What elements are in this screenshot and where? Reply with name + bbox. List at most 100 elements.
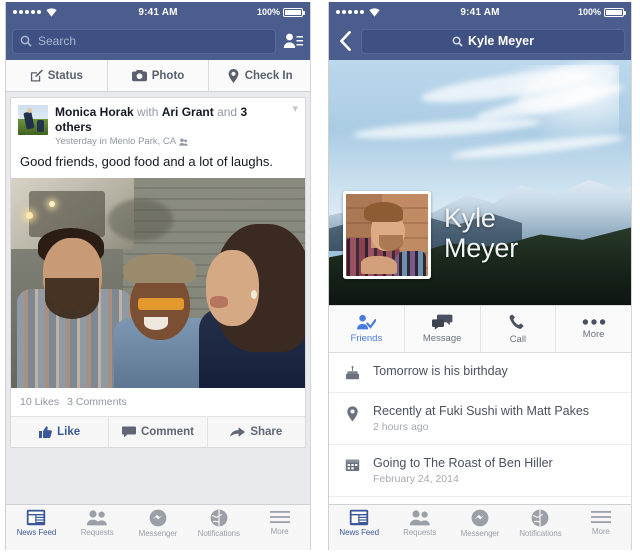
status-bar-left: 9:41 AM 100% [6, 2, 310, 22]
likes-comments-row[interactable]: 10 Likes 3 Comments [11, 388, 305, 417]
person-right [199, 224, 305, 388]
cover-photo[interactable]: Kyle Meyer [329, 60, 631, 305]
phone-icon [509, 314, 526, 331]
search-input[interactable]: Search [12, 28, 276, 54]
status-clock: 9:41 AM [138, 6, 178, 18]
profile-info-list: Tomorrow is his birthday Recently at Fuk… [329, 353, 631, 504]
post-message: Good friends, good food and a lot of lau… [20, 154, 273, 169]
tab-label: Messenger [460, 529, 500, 538]
tab-bar-left: News Feed Requests Messenger Notificatio… [6, 504, 310, 550]
navbar-right: Kyle Meyer [329, 22, 631, 60]
call-label: Call [509, 333, 527, 345]
message-button[interactable]: Message [405, 306, 481, 352]
friends-privacy-icon [179, 138, 188, 146]
tab-requests[interactable]: Requests [389, 509, 449, 537]
photo-button[interactable]: Photo [108, 60, 210, 91]
info-main-text: Tomorrow is his birthday [373, 364, 508, 378]
comment-label: Comment [140, 426, 194, 438]
profile-search-value: Kyle Meyer [467, 34, 534, 48]
tab-more[interactable]: More [249, 509, 310, 536]
like-button[interactable]: Like [11, 417, 110, 447]
info-row-birthday[interactable]: Tomorrow is his birthday [329, 353, 631, 393]
tab-label: Notifications [519, 529, 562, 538]
friend-check-icon [356, 314, 377, 330]
tab-news-feed[interactable]: News Feed [6, 509, 67, 537]
tab-label: Requests [80, 528, 114, 537]
tab-notifications[interactable]: Notifications [510, 509, 570, 538]
post-author-avatar[interactable] [18, 105, 48, 135]
info-main-text: Recently at Fuki Sushi with Matt Pakes [373, 404, 590, 418]
ellipsis-icon [582, 318, 606, 326]
tab-messenger[interactable]: Messenger [450, 509, 510, 538]
tab-label: More [591, 527, 610, 536]
news-feed-list[interactable]: Monica Horak with Ari Grant and 3 others… [6, 92, 310, 504]
post-timestamp-row: Yesterday in Menlo Park, CA [55, 136, 283, 147]
post-tagged-primary[interactable]: Ari Grant [162, 105, 214, 119]
profile-search-input[interactable]: Kyle Meyer [361, 28, 625, 54]
message-label: Message [422, 333, 462, 344]
feed-post-card: Monica Horak with Ari Grant and 3 others… [10, 97, 306, 448]
battery-full-icon [283, 7, 305, 17]
with-word: with [137, 105, 159, 119]
post-meta: Monica Horak with Ari Grant and 3 others… [55, 105, 297, 147]
tab-more[interactable]: More [571, 509, 631, 536]
info-row-checkin[interactable]: Recently at Fuki Sushi with Matt Pakes 2… [329, 393, 631, 445]
thumbs-up-icon [39, 426, 53, 438]
post-attribution: Monica Horak with Ari Grant and 3 others [55, 105, 283, 134]
share-arrow-icon [230, 426, 246, 438]
friend-requests-icon[interactable] [282, 30, 304, 52]
share-label: Share [250, 426, 283, 438]
more-button[interactable]: More [556, 306, 631, 352]
chevron-left-icon[interactable] [335, 31, 355, 51]
profile-name-line1: Kyle [444, 203, 496, 233]
screen-left: 9:41 AM 100% Search Status Photo Check I… [5, 2, 311, 550]
status-bar-right: 9:41 AM 100% [329, 2, 631, 22]
tab-messenger[interactable]: Messenger [128, 509, 189, 538]
post-photo[interactable] [11, 178, 305, 388]
info-row-event[interactable]: Going to The Roast of Ben Hiller Februar… [329, 445, 631, 497]
status-clock: 9:41 AM [460, 6, 500, 18]
post-author-name[interactable]: Monica Horak [55, 105, 134, 119]
composer-row: Status Photo Check In [6, 60, 310, 92]
message-bubbles-icon [431, 314, 453, 330]
search-placeholder-text: Search [38, 34, 77, 48]
tab-label: More [270, 527, 289, 536]
status-button[interactable]: Status [6, 60, 108, 91]
screen-right: 9:41 AM 100% Kyle Meyer Kyle Meyer Frien… [328, 2, 632, 550]
post-action-row: Like Comment Share [11, 417, 305, 447]
like-count[interactable]: 10 Likes [20, 396, 59, 408]
chevron-down-icon[interactable]: ▾ [292, 104, 298, 115]
tab-label: Notifications [197, 529, 240, 538]
share-button[interactable]: Share [208, 417, 305, 447]
phone-right-profile: 9:41 AM 100% Kyle Meyer Kyle Meyer Frien… [320, 0, 640, 552]
navbar-left: Search [6, 22, 310, 60]
like-label: Like [57, 426, 81, 438]
tab-bar-right: News Feed Requests Messenger Notificatio… [329, 504, 631, 550]
friends-label: Friends [350, 333, 383, 344]
location-pin-icon [227, 68, 240, 83]
pencil-square-icon [30, 69, 43, 82]
comment-button[interactable]: Comment [109, 417, 208, 447]
tab-requests[interactable]: Requests [67, 509, 128, 537]
profile-name-line2: Meyer [444, 233, 519, 263]
status-label: Status [47, 69, 83, 82]
comment-bubble-icon [121, 426, 136, 438]
tab-news-feed[interactable]: News Feed [329, 509, 389, 537]
profile-picture[interactable] [343, 191, 431, 279]
search-icon [452, 36, 463, 47]
post-header: Monica Horak with Ari Grant and 3 others… [11, 98, 305, 152]
location-pin-icon [343, 404, 361, 422]
info-sub-text: 2 hours ago [373, 421, 429, 433]
call-button[interactable]: Call [481, 306, 557, 352]
check-in-button[interactable]: Check In [209, 60, 310, 91]
birthday-cake-icon [343, 364, 361, 381]
profile-action-row: Friends Message Call More [329, 305, 631, 353]
tab-label: Messenger [138, 529, 178, 538]
tab-label: News Feed [16, 528, 57, 537]
camera-icon [131, 69, 147, 82]
info-main-text: Going to The Roast of Ben Hiller [373, 456, 553, 470]
friends-button[interactable]: Friends [329, 306, 405, 352]
tab-notifications[interactable]: Notifications [188, 509, 249, 538]
check-in-label: Check In [244, 69, 293, 82]
comment-count[interactable]: 3 Comments [67, 396, 127, 408]
